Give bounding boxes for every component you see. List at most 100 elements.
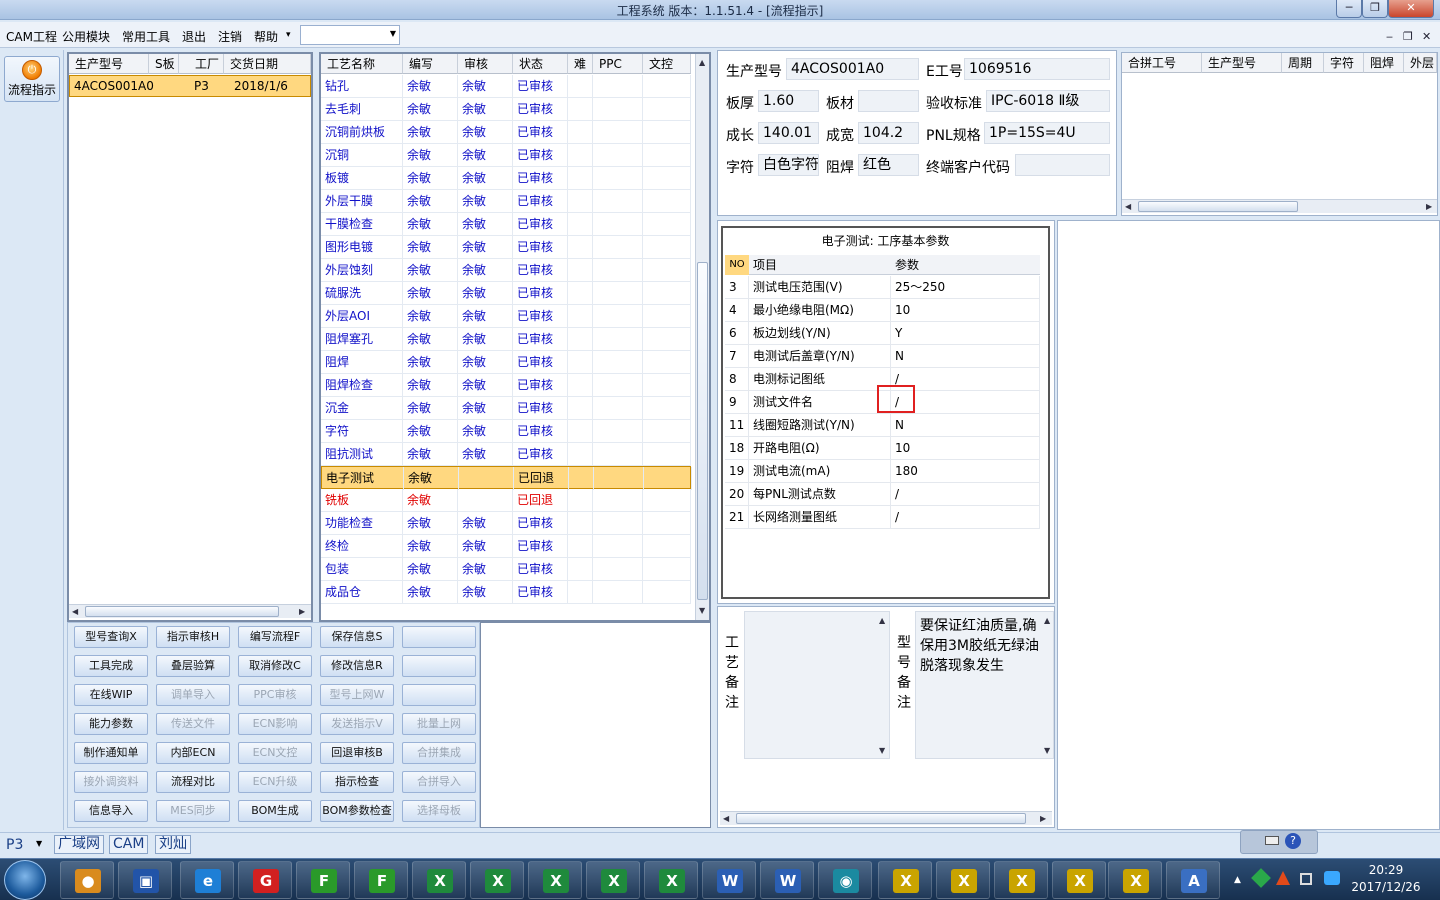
col-header-mask[interactable]: 阻焊 <box>1364 53 1404 73</box>
taskbar-button[interactable]: X <box>470 861 524 899</box>
table-row[interactable]: 19 测试电流(mA) 180 <box>725 460 1040 483</box>
table-row[interactable]: 21 长网络测量图纸 / <box>725 506 1040 529</box>
maximize-button[interactable]: ❐ <box>1362 0 1388 18</box>
table-row[interactable]: 18 开路电阻(Ω) 10 <box>725 437 1040 460</box>
horizontal-scrollbar[interactable]: ◀ ▶ <box>720 811 1052 825</box>
taskbar-button[interactable]: X <box>936 861 990 899</box>
col-header-writer[interactable]: 编写 <box>403 54 458 74</box>
action-button[interactable]: 合拼导入 <box>402 771 476 793</box>
table-row[interactable]: 包装 余敏 余敏 已审核 <box>321 558 691 581</box>
minimize-button[interactable]: ─ <box>1336 0 1362 18</box>
col-header-delivery-date[interactable]: 交货日期 <box>224 54 311 74</box>
table-row[interactable]: 功能检查 余敏 余敏 已审核 <box>321 512 691 535</box>
table-row[interactable]: 电子测试 余敏 已回退 <box>321 466 692 490</box>
col-header-char[interactable]: 字符 <box>1324 53 1364 73</box>
scrollbar-thumb[interactable] <box>85 606 279 617</box>
flow-indicator-button[interactable]: ⏻ 流程指示 <box>4 56 60 102</box>
col-header-doc-control[interactable]: 文控 <box>643 54 691 74</box>
mdi-minimize-button[interactable]: ‒ <box>1386 30 1393 43</box>
length-field[interactable]: 140.01 <box>758 122 819 144</box>
help-dropdown-icon[interactable]: ▾ <box>286 30 291 40</box>
taskbar-button[interactable]: ▣ <box>118 861 172 899</box>
col-header-model[interactable]: 生产型号 <box>69 54 149 74</box>
action-button[interactable]: 编写流程F <box>238 626 312 648</box>
menu-help[interactable]: 帮助 <box>254 28 278 45</box>
scroll-right-icon[interactable]: ▶ <box>1040 814 1046 823</box>
empty-action-button[interactable] <box>402 626 476 648</box>
action-button[interactable]: 接外调资料 <box>74 771 148 793</box>
process-remark-field[interactable]: ▲ ▼ <box>744 611 890 759</box>
horizontal-scrollbar[interactable]: ◀ ▶ <box>69 604 311 618</box>
table-row[interactable]: 去毛刺 余敏 余敏 已审核 <box>321 98 691 121</box>
taskbar-button[interactable]: e <box>180 861 234 899</box>
scrollbar-thumb[interactable] <box>736 813 1026 824</box>
table-row[interactable]: 外层干膜 余敏 余敏 已审核 <box>321 190 691 213</box>
action-button[interactable]: 指示审核H <box>156 626 230 648</box>
taskbar-clock[interactable]: 20:29 2017/12/26 <box>1346 862 1426 896</box>
mdi-close-button[interactable]: ✕ <box>1422 30 1431 43</box>
thickness-field[interactable]: 1.60 <box>758 90 819 112</box>
taskbar-button[interactable]: ◉ <box>818 861 872 899</box>
action-button[interactable]: ECN文控 <box>238 742 312 764</box>
col-header-merge-no[interactable]: 合拼工号 <box>1122 53 1202 73</box>
action-button[interactable]: 取消修改C <box>238 655 312 677</box>
scroll-up-icon[interactable]: ▲ <box>879 616 885 625</box>
material-field[interactable] <box>858 90 919 112</box>
table-row[interactable]: 外层蚀刻 余敏 余敏 已审核 <box>321 259 691 282</box>
close-button[interactable]: ✕ <box>1388 0 1434 18</box>
menu-tools[interactable]: 常用工具 <box>122 28 170 45</box>
table-row[interactable]: 板镀 余敏 余敏 已审核 <box>321 167 691 190</box>
taskbar-button[interactable]: A <box>1166 861 1220 899</box>
col-header-difficulty[interactable]: 难 <box>568 54 593 74</box>
scroll-right-icon[interactable]: ▶ <box>1426 202 1432 211</box>
tray-app-icon[interactable] <box>1251 868 1271 888</box>
scroll-down-icon[interactable]: ▼ <box>1044 746 1050 755</box>
table-row[interactable]: 干膜检查 余敏 余敏 已审核 <box>321 213 691 236</box>
scroll-down-icon[interactable]: ▼ <box>699 606 705 615</box>
action-button[interactable]: 传送文件 <box>156 713 230 735</box>
table-row[interactable]: 3 测试电压范围(V) 25～250 <box>725 276 1040 299</box>
taskbar-button[interactable]: X <box>878 861 932 899</box>
action-button[interactable]: 工具完成 <box>74 655 148 677</box>
action-button[interactable]: ECN影响 <box>238 713 312 735</box>
table-row[interactable]: 阻焊 余敏 余敏 已审核 <box>321 351 691 374</box>
help-icon[interactable]: ? <box>1285 833 1301 849</box>
action-button[interactable]: 能力参数 <box>74 713 148 735</box>
taskbar-button[interactable]: X <box>412 861 466 899</box>
scrollbar-thumb[interactable] <box>1138 201 1298 212</box>
action-button[interactable]: PPC审核 <box>238 684 312 706</box>
pnl-field[interactable]: 1P=15S=4U <box>984 122 1110 144</box>
empty-action-button[interactable] <box>402 684 476 706</box>
action-button[interactable]: MES同步 <box>156 800 230 822</box>
action-button[interactable]: 选择母板 <box>402 800 476 822</box>
menu-common-modules[interactable]: 公用模块 <box>62 28 110 45</box>
scroll-down-icon[interactable]: ▼ <box>879 746 885 755</box>
tray-app-icon[interactable] <box>1276 871 1290 885</box>
table-row[interactable]: 成品仓 余敏 余敏 已审核 <box>321 581 691 604</box>
model-remark-field[interactable]: 要保证红油质量,确保用3M胶纸无绿油脱落现象发生 ▲ ▼ <box>915 611 1054 759</box>
col-header-no[interactable]: NO <box>725 255 749 275</box>
taskbar-button[interactable]: X <box>528 861 582 899</box>
table-row[interactable]: 终检 余敏 余敏 已审核 <box>321 535 691 558</box>
width-field[interactable]: 104.2 <box>858 122 919 144</box>
col-header-factory[interactable]: 工厂 <box>179 54 224 74</box>
taskbar-button[interactable]: W <box>702 861 756 899</box>
horizontal-scrollbar[interactable]: ◀ ▶ <box>1122 199 1437 213</box>
table-row[interactable]: 阻抗测试 余敏 余敏 已审核 <box>321 443 691 466</box>
action-button[interactable]: 指示检查 <box>320 771 394 793</box>
col-header-process-name[interactable]: 工艺名称 <box>321 54 403 74</box>
scroll-left-icon[interactable]: ◀ <box>72 607 78 616</box>
empty-action-button[interactable] <box>402 655 476 677</box>
windows-start-icon[interactable] <box>4 860 46 900</box>
tray-app-icon[interactable] <box>1324 871 1340 885</box>
table-row[interactable]: 铣板 余敏 已回退 <box>321 489 691 512</box>
action-button[interactable]: 调单导入 <box>156 684 230 706</box>
table-row[interactable]: 钻孔 余敏 余敏 已审核 <box>321 75 691 98</box>
taskbar-button[interactable]: X <box>1052 861 1106 899</box>
table-row[interactable]: 4 最小绝缘电阻(MΩ) 10 <box>725 299 1040 322</box>
action-button[interactable]: 叠层验算 <box>156 655 230 677</box>
model-field[interactable]: 4ACOS001A0 <box>786 58 919 80</box>
mdi-restore-button[interactable]: ❐ <box>1403 30 1413 43</box>
taskbar-button[interactable]: X <box>644 861 698 899</box>
standard-field[interactable]: IPC-6018 Ⅱ级 <box>986 90 1110 112</box>
